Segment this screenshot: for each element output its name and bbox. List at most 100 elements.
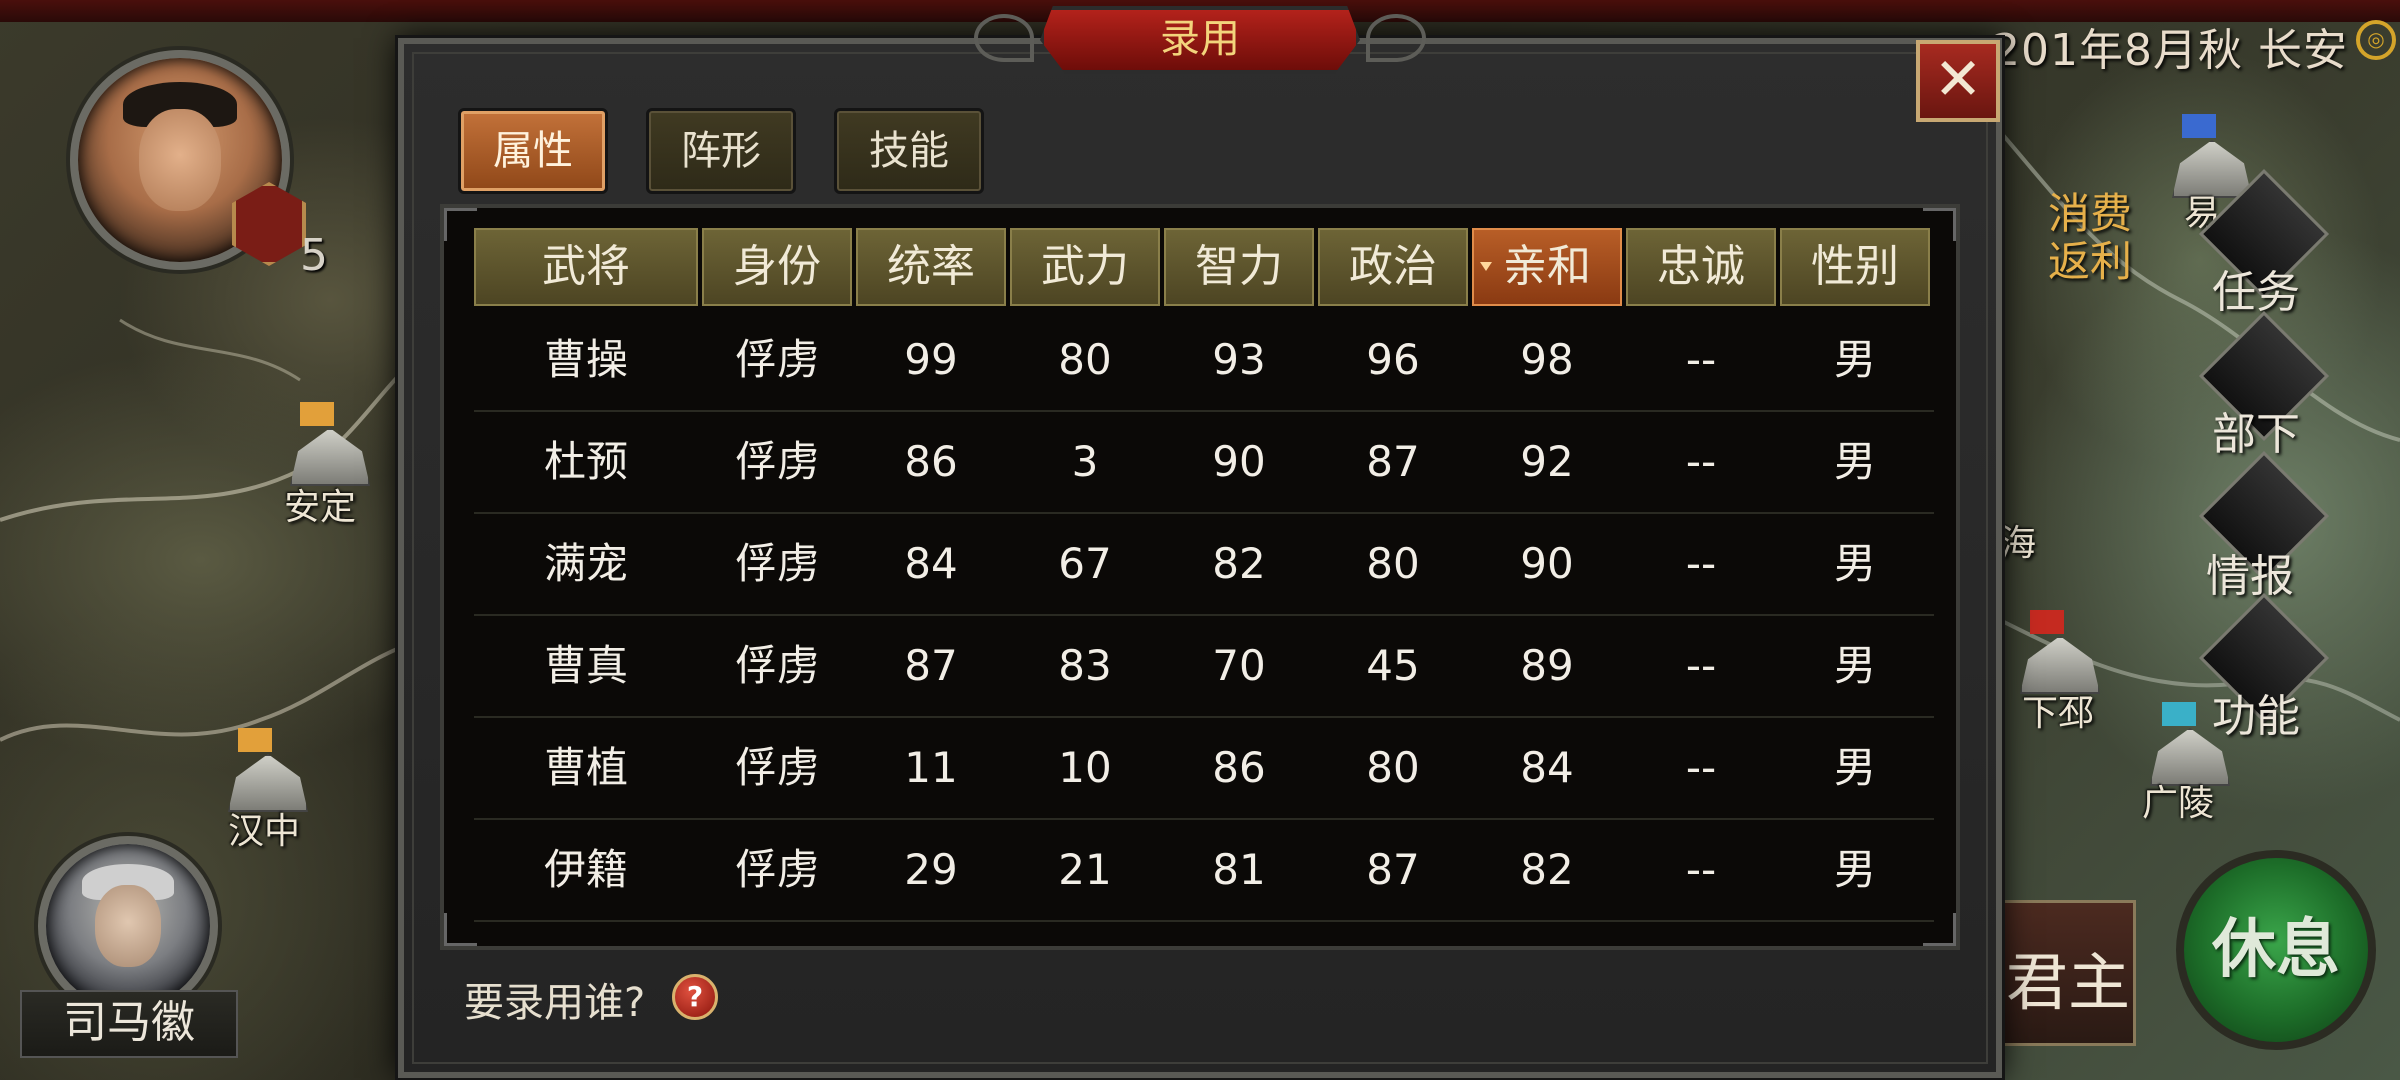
column-header[interactable]: 武将 — [474, 228, 698, 306]
table-cell: 曹真 — [543, 641, 628, 690]
column-header-label: 智力 — [1195, 241, 1283, 292]
table-cell: 21 — [1058, 845, 1112, 894]
table-cell: 67 — [1058, 539, 1112, 588]
column-header-label: 统率 — [887, 241, 975, 292]
table-cell: 男 — [1833, 845, 1876, 894]
column-header-label: 武将 — [542, 241, 630, 292]
portrait-face — [139, 109, 221, 211]
dialog-title: 录用 — [1040, 6, 1360, 74]
city-label-xiapi[interactable]: 下邳 — [2022, 684, 2094, 736]
side-menu-intel[interactable]: 情报 — [2206, 540, 2294, 604]
table-cell: 87 — [1366, 845, 1420, 894]
table-cell: 86 — [904, 437, 958, 486]
table-row[interactable]: 曹植 俘虏 11 10 86 80 84 -- 男 — [474, 718, 1934, 820]
table-cell: 伊籍 — [543, 845, 628, 894]
city-label-hanzhong[interactable]: 汉中 — [228, 802, 300, 854]
frame-corner — [444, 208, 477, 241]
recruit-prompt: 要录用谁? — [464, 980, 646, 1026]
table-row[interactable]: 曹真 俘虏 87 83 70 45 89 -- 男 — [474, 616, 1934, 718]
table-cell: 俘虏 — [734, 335, 819, 384]
table-cell: 俘虏 — [734, 539, 819, 588]
flag-icon — [2182, 114, 2216, 138]
lord-button[interactable]: 君主 — [2000, 900, 2136, 1046]
advisor-name: 司马徽 — [20, 990, 238, 1058]
table-cell: 87 — [1366, 437, 1420, 486]
column-header-label: 身份 — [733, 241, 821, 292]
coin-icon[interactable]: ◎ — [2356, 20, 2396, 60]
close-button[interactable]: ✕ — [1916, 40, 2000, 122]
table-cell: -- — [1685, 845, 1717, 894]
table-cell: 90 — [1520, 539, 1574, 588]
flag-icon — [300, 402, 334, 426]
flag-icon — [2162, 702, 2196, 726]
side-menu-function[interactable]: 功能 — [2212, 680, 2300, 744]
table-row[interactable]: 伊籍 俘虏 29 21 81 87 82 -- 男 — [474, 820, 1934, 922]
table-cell: 杜预 — [543, 437, 628, 486]
table-cell: 89 — [1520, 641, 1574, 690]
badge-count: 5 — [300, 230, 328, 281]
column-header[interactable]: 统率 — [856, 228, 1006, 306]
table-cell: 男 — [1833, 335, 1876, 384]
table-cell: 男 — [1833, 743, 1876, 792]
table-row[interactable]: 曹操 俘虏 99 80 93 96 98 -- 男 — [474, 310, 1934, 412]
table-row[interactable]: 杜预 俘虏 86 3 90 87 92 -- 男 — [474, 412, 1934, 514]
city-label-guangling[interactable]: 广陵 — [2142, 774, 2214, 826]
table-cell: 90 — [1212, 437, 1266, 486]
side-menu-subordinates[interactable]: 部下 — [2212, 398, 2300, 462]
title-ornament-left-icon — [974, 14, 1034, 62]
table-cell: 70 — [1212, 641, 1266, 690]
table-cell: 84 — [1520, 743, 1574, 792]
column-header-label: 忠诚 — [1657, 241, 1745, 292]
table-cell: 3 — [1071, 437, 1099, 486]
table-cell: 84 — [904, 539, 958, 588]
table-cell: 87 — [904, 641, 958, 690]
column-header[interactable]: 武力 — [1010, 228, 1160, 306]
table-cell: 86 — [1212, 743, 1266, 792]
table-cell: 俘虏 — [734, 845, 819, 894]
portrait-face — [95, 885, 161, 967]
column-header-label: 性别 — [1811, 241, 1899, 292]
column-header-label: 政治 — [1349, 241, 1437, 292]
city-label-partial[interactable]: 海 — [2000, 514, 2036, 566]
table-cell: 92 — [1520, 437, 1574, 486]
column-header-label: 亲和 — [1503, 241, 1591, 292]
table-cell: 男 — [1833, 437, 1876, 486]
table-cell: 男 — [1833, 539, 1876, 588]
column-header[interactable]: 身份 — [702, 228, 852, 306]
help-icon[interactable]: ? — [672, 974, 718, 1020]
column-header[interactable]: 亲和 — [1472, 228, 1622, 306]
table-cell: 10 — [1058, 743, 1112, 792]
advisor-portrait[interactable] — [38, 836, 218, 1016]
table-cell: 曹操 — [543, 335, 628, 384]
table-cell: 82 — [1212, 539, 1266, 588]
flag-icon — [2030, 610, 2064, 634]
table-cell: -- — [1685, 743, 1717, 792]
table-cell: -- — [1685, 335, 1717, 384]
table-cell: 99 — [904, 335, 958, 384]
tab-formation[interactable]: 阵形 — [646, 108, 796, 194]
column-header[interactable]: 性别 — [1780, 228, 1930, 306]
table-row[interactable]: 满宠 俘虏 84 67 82 80 90 -- 男 — [474, 514, 1934, 616]
tab-skills[interactable]: 技能 — [834, 108, 984, 194]
column-header[interactable]: 智力 — [1164, 228, 1314, 306]
rest-button[interactable]: 休息 — [2176, 850, 2376, 1050]
table-cell: 男 — [1833, 641, 1876, 690]
table-cell: 11 — [904, 743, 958, 792]
table-cell: 俘虏 — [734, 437, 819, 486]
title-ornament-right-icon — [1366, 14, 1426, 62]
table-cell: -- — [1685, 539, 1717, 588]
date-location-label: 201年8月秋 长安 — [1992, 25, 2348, 76]
table-cell: 曹植 — [543, 743, 628, 792]
frame-corner — [444, 913, 477, 946]
table-cell: 80 — [1058, 335, 1112, 384]
column-header[interactable]: 政治 — [1318, 228, 1468, 306]
column-header-label: 武力 — [1041, 241, 1129, 292]
side-menu-task[interactable]: 任务 — [2212, 256, 2300, 320]
table-body[interactable]: 曹操 俘虏 99 80 93 96 98 -- 男杜预 俘虏 86 3 90 87 92 -- 男满宠 俘虏 84 6… — [474, 310, 1956, 946]
promo-rebate-button[interactable]: 消费 返利 — [2048, 190, 2132, 286]
lord-label: 君主 — [2005, 946, 2130, 1019]
tab-attributes[interactable]: 属性 — [458, 108, 608, 194]
city-label-anding[interactable]: 安定 — [284, 478, 356, 530]
column-header[interactable]: 忠诚 — [1626, 228, 1776, 306]
table-cell: 80 — [1366, 539, 1420, 588]
